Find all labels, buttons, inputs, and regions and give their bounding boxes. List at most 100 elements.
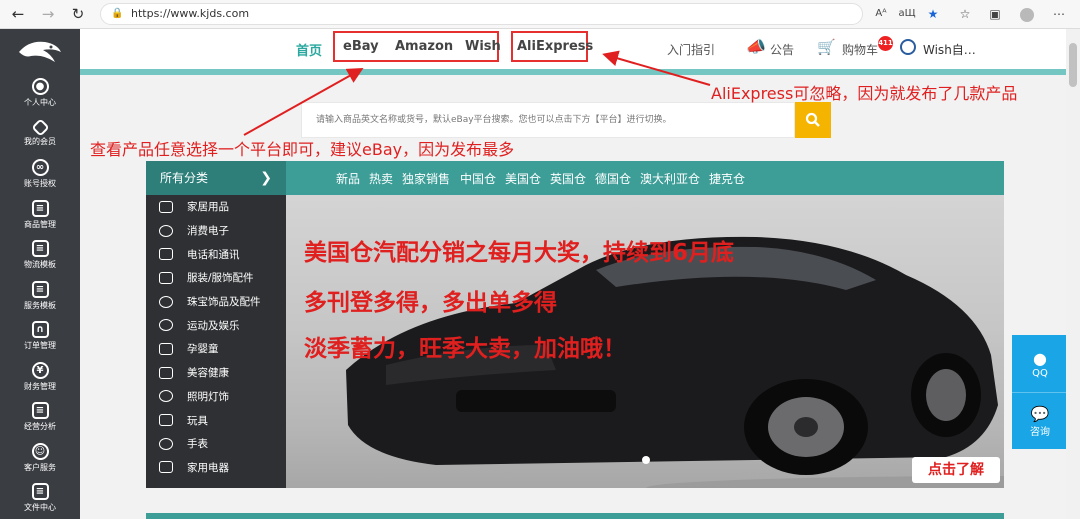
nav-guide-link[interactable]: 入门指引	[667, 41, 715, 58]
category-baby[interactable]: 孕婴童	[146, 337, 286, 361]
all-categories-button[interactable]: 所有分类 ❯	[146, 161, 286, 195]
forward-icon[interactable]: →	[38, 4, 58, 24]
top-navigation: 首页 eBay Amazon Wish AliExpress 入门指引 📣 公告…	[80, 29, 1066, 69]
category-phones[interactable]: 电话和通讯	[146, 242, 286, 266]
beauty-icon	[159, 366, 173, 379]
nav-aliexpress-link[interactable]: AliExpress	[517, 39, 593, 54]
tab-uk-warehouse[interactable]: 英国仓	[550, 170, 586, 187]
search-input[interactable]: 请输入商品英文名称或货号，默认eBay平台搜索。您也可以点击下方【平台】进行切换…	[301, 102, 795, 138]
diamond-icon	[30, 118, 50, 137]
document-icon: ≡	[31, 280, 49, 298]
ball-icon	[159, 319, 173, 332]
chat-bubble-icon: 💬	[1030, 404, 1050, 423]
nav-user-link[interactable]: Wish自…	[923, 41, 976, 58]
tab-cz-warehouse[interactable]: 捷克仓	[709, 170, 745, 187]
sidebar-item-membership[interactable]: 我的会员	[0, 114, 80, 155]
money-icon: ¥	[31, 361, 49, 379]
sidebar-item-customer-service[interactable]: ☺ 客户服务	[0, 438, 80, 479]
category-bar: 所有分类 ❯ 新品 热卖 独家销售 中国仓 美国仓 英国仓 德国仓 澳大利亚仓 …	[146, 161, 1004, 195]
sidebar-item-order-management[interactable]: ∩ 订单管理	[0, 316, 80, 357]
banner-title: 美国仓汽配分销之每月大奖，持续到6月底	[304, 240, 735, 266]
tab-de-warehouse[interactable]: 德国仓	[595, 170, 631, 187]
cart-count-badge: 411	[878, 36, 893, 51]
category-watches[interactable]: 手表	[146, 432, 286, 456]
file-icon: ≡	[31, 483, 49, 501]
promo-banner[interactable]: 美国仓汽配分销之每月大奖，持续到6月底 多刊登多得，多出单多得 淡季蓄力，旺季大…	[286, 195, 1004, 488]
nav-amazon-link[interactable]: Amazon	[395, 39, 453, 54]
people-icon: ☺	[31, 442, 49, 460]
appliance-icon	[159, 461, 173, 474]
tab-hot[interactable]: 热卖	[369, 170, 393, 187]
more-icon[interactable]: ⋯	[1050, 5, 1068, 23]
address-bar[interactable]: 🔒 https://www.kjds.com	[100, 3, 863, 25]
page-scrollbar[interactable]	[1066, 29, 1080, 519]
nav-ebay-link[interactable]: eBay	[343, 39, 379, 54]
left-sidebar: ● 个人中心 我的会员 ∞ 账号授权 ≡ 商品管理 ≡ 物流模板 ≡ 服务模板 …	[0, 29, 80, 519]
translate-icon[interactable]: aЩ	[898, 5, 916, 23]
sidebar-item-logistics-template[interactable]: ≡ 物流模板	[0, 235, 80, 276]
sidebar-item-finance[interactable]: ¥ 财务管理	[0, 357, 80, 398]
category-electronics[interactable]: 消费电子	[146, 219, 286, 243]
category-list: 家居用品 消费电子 电话和通讯 服装/服饰配件 珠宝饰品及配件 运动及娱乐 孕婴…	[146, 195, 286, 488]
tablet-icon	[159, 248, 173, 261]
chevron-right-icon: ❯	[260, 170, 272, 186]
aliexpress-annotation: AliExpress可忽略，因为就发布了几款产品	[711, 84, 1018, 103]
back-icon[interactable]: ←	[8, 4, 28, 24]
user-icon: ●	[31, 78, 49, 96]
sofa-icon	[159, 200, 173, 213]
read-aloud-icon[interactable]: Aᴬ	[872, 5, 890, 23]
tab-au-warehouse[interactable]: 澳大利亚仓	[640, 170, 700, 187]
category-lighting[interactable]: 照明灯饰	[146, 385, 286, 409]
sidebar-item-product-management[interactable]: ≡ 商品管理	[0, 195, 80, 236]
category-beauty[interactable]: 美容健康	[146, 361, 286, 385]
link-icon: ∞	[31, 159, 49, 177]
favorites-icon[interactable]: ☆	[956, 5, 974, 23]
collections-icon[interactable]: ▣	[986, 5, 1004, 23]
logo-icon[interactable]	[0, 29, 80, 73]
tab-us-warehouse[interactable]: 美国仓	[505, 170, 541, 187]
watch-icon	[159, 437, 173, 450]
sidebar-item-account-auth[interactable]: ∞ 账号授权	[0, 154, 80, 195]
sidebar-item-service-template[interactable]: ≡ 服务模板	[0, 276, 80, 317]
category-sports[interactable]: 运动及娱乐	[146, 313, 286, 337]
cart-icon: 🛒	[817, 38, 836, 56]
toy-icon	[159, 414, 173, 427]
platform-annotation: 查看产品任意选择一个平台即可，建议eBay，因为发布最多	[90, 140, 515, 159]
refresh-icon[interactable]: ↻	[68, 4, 88, 24]
category-appliances[interactable]: 家用电器	[146, 456, 286, 480]
user-avatar-icon	[900, 39, 916, 55]
search-icon	[805, 112, 820, 127]
scrollbar-thumb[interactable]	[1069, 43, 1077, 87]
sidebar-item-analytics[interactable]: ≡ 经营分析	[0, 397, 80, 438]
category-jewelry[interactable]: 珠宝饰品及配件	[146, 290, 286, 314]
search-button[interactable]	[795, 102, 831, 138]
lock-icon: 🔒	[111, 8, 124, 19]
category-toys[interactable]: 玩具	[146, 408, 286, 432]
bag-icon: ∩	[31, 321, 49, 339]
category-apparel[interactable]: 服装/服饰配件	[146, 266, 286, 290]
consult-button[interactable]: 💬 咨询	[1012, 392, 1068, 449]
sidebar-item-personal-center[interactable]: ● 个人中心	[0, 73, 80, 114]
bulb-icon	[159, 390, 173, 403]
profile-icon[interactable]	[1018, 5, 1036, 23]
tab-new[interactable]: 新品	[336, 170, 360, 187]
sidebar-item-file-center[interactable]: ≡ 文件中心	[0, 478, 80, 519]
tab-china-warehouse[interactable]: 中国仓	[460, 170, 496, 187]
carousel-dot[interactable]	[642, 456, 650, 464]
banner-subtitle: 多刊登多得，多出单多得	[304, 290, 557, 316]
header-divider	[80, 69, 1066, 75]
qq-button[interactable]: ● QQ	[1012, 335, 1068, 392]
section-divider	[146, 513, 1004, 519]
category-home[interactable]: 家居用品	[146, 195, 286, 219]
tab-exclusive[interactable]: 独家销售	[402, 170, 450, 187]
floating-contact-panel: ● QQ 💬 咨询	[1012, 335, 1068, 449]
favorite-star-icon[interactable]: ★	[924, 5, 942, 23]
qq-icon: ●	[1033, 348, 1047, 368]
ring-icon	[159, 295, 173, 308]
nav-wish-link[interactable]: Wish	[465, 39, 501, 54]
learn-more-button[interactable]: 点击了解	[912, 457, 1000, 483]
nav-cart-link[interactable]: 购物车	[842, 41, 878, 58]
nav-notice-link[interactable]: 公告	[770, 41, 794, 58]
url-text: https://www.kjds.com	[131, 7, 250, 20]
nav-home-link[interactable]: 首页	[296, 40, 322, 59]
